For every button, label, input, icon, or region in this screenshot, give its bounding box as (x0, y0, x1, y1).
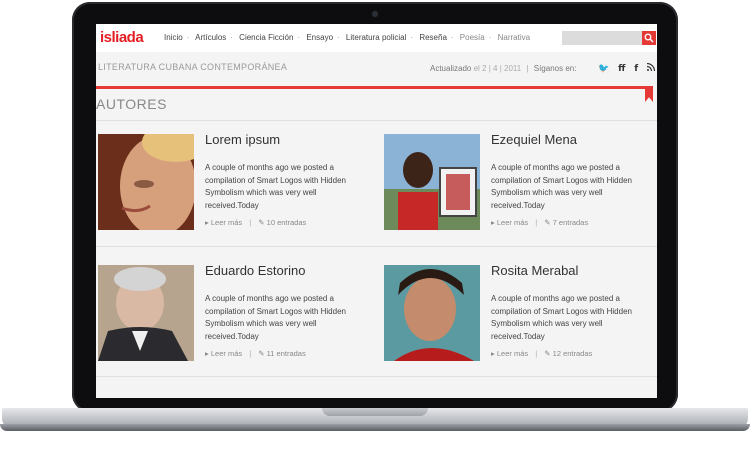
read-more-link[interactable]: Leer más (497, 349, 528, 358)
author-meta: ▸ Leer más | ✎ 12 entradas (491, 349, 593, 358)
pencil-icon: ✎ (258, 349, 265, 358)
search-icon[interactable] (642, 31, 656, 45)
site-logo[interactable]: isliada (100, 29, 144, 46)
author-name[interactable]: Ezequiel Mena (491, 132, 577, 147)
author-photo[interactable] (98, 265, 194, 361)
nav-item-ensayo[interactable]: Ensayo (306, 33, 333, 42)
author-excerpt: A couple of months ago we posted a compi… (491, 294, 632, 341)
author-photo[interactable] (384, 265, 480, 361)
pencil-icon: ✎ (544, 349, 551, 358)
author-name[interactable]: Eduardo Estorino (205, 263, 305, 278)
arrow-right-icon: ▸ (491, 349, 495, 358)
row-divider (96, 376, 657, 377)
row-divider (96, 246, 657, 247)
nav-item-ciencia-ficcion[interactable]: Ciencia Ficción (239, 33, 293, 42)
nav-item-inicio[interactable]: Inicio (164, 33, 183, 42)
updated-info: Actualizado el 2 | 4 | 2011 | Síganos en… (430, 64, 577, 73)
bookmark-ribbon-icon (645, 86, 653, 102)
follow-label: Síganos en: (533, 64, 577, 73)
section-title: AUTORES (96, 96, 167, 112)
pencil-icon: ✎ (544, 218, 551, 227)
top-navigation-bar: isliada Inicio · Artículos · Ciencia Ficci… (96, 24, 657, 53)
author-photo[interactable] (384, 134, 480, 230)
entries-count[interactable]: 10 entradas (267, 218, 307, 227)
arrow-right-icon: ▸ (205, 349, 209, 358)
entries-count[interactable]: 12 entradas (553, 349, 593, 358)
author-card: Lorem ipsum A couple of months ago we po… (98, 132, 368, 234)
social-links: 🐦 ff f (598, 62, 657, 74)
rss-icon[interactable] (646, 62, 656, 74)
laptop-base-edge (0, 424, 750, 431)
site-subtitle: LITERATURA CUBANA CONTEMPORÁNEA (98, 62, 288, 72)
camera-icon (372, 11, 378, 17)
twitter-icon[interactable]: 🐦 (598, 64, 609, 74)
nav-item-articulos[interactable]: Artículos (195, 33, 226, 42)
friendfeed-icon[interactable]: ff (618, 64, 625, 74)
nav-item-resena[interactable]: Reseña (419, 33, 447, 42)
author-meta: ▸ Leer más | ✎ 7 entradas (491, 218, 589, 227)
updated-date: el 2 | 4 | 2011 (473, 64, 522, 73)
main-nav: Inicio · Artículos · Ciencia Ficción · Ensa… (164, 33, 531, 42)
entries-count[interactable]: 11 entradas (267, 349, 306, 358)
entries-count[interactable]: 7 entradas (553, 218, 588, 227)
author-excerpt: A couple of months ago we posted a compi… (205, 163, 346, 210)
nav-item-poesia[interactable]: Poesía (460, 33, 485, 42)
author-name[interactable]: Rosita Merabal (491, 263, 578, 278)
nav-item-narrativa[interactable]: Narrativa (498, 33, 530, 42)
nav-item-literatura-policial[interactable]: Literatura policial (346, 33, 406, 42)
read-more-link[interactable]: Leer más (211, 218, 242, 227)
search-input[interactable] (562, 31, 642, 45)
browser-screen: isliada Inicio · Artículos · Ciencia Ficci… (96, 24, 657, 398)
accent-rule (96, 86, 649, 89)
pencil-icon: ✎ (258, 218, 265, 227)
arrow-right-icon: ▸ (491, 218, 495, 227)
read-more-link[interactable]: Leer más (497, 218, 528, 227)
author-photo[interactable] (98, 134, 194, 230)
laptop-notch (322, 408, 428, 416)
author-excerpt: A couple of months ago we posted a compi… (491, 163, 632, 210)
author-excerpt: A couple of months ago we posted a compi… (205, 294, 346, 341)
section-divider (96, 120, 657, 121)
read-more-link[interactable]: Leer más (211, 349, 242, 358)
author-meta: ▸ Leer más | ✎ 11 entradas (205, 349, 306, 358)
author-meta: ▸ Leer más | ✎ 10 entradas (205, 218, 307, 227)
author-name[interactable]: Lorem ipsum (205, 132, 280, 147)
author-card: Eduardo Estorino A couple of months ago … (98, 263, 368, 365)
author-card: Ezequiel Mena A couple of months ago we … (384, 132, 654, 234)
sub-header: LITERATURA CUBANA CONTEMPORÁNEA Actualiz… (96, 52, 657, 86)
updated-label: Actualizado (430, 64, 472, 73)
author-card: Rosita Merabal A couple of months ago we… (384, 263, 654, 365)
arrow-right-icon: ▸ (205, 218, 209, 227)
facebook-icon[interactable]: f (634, 64, 638, 74)
